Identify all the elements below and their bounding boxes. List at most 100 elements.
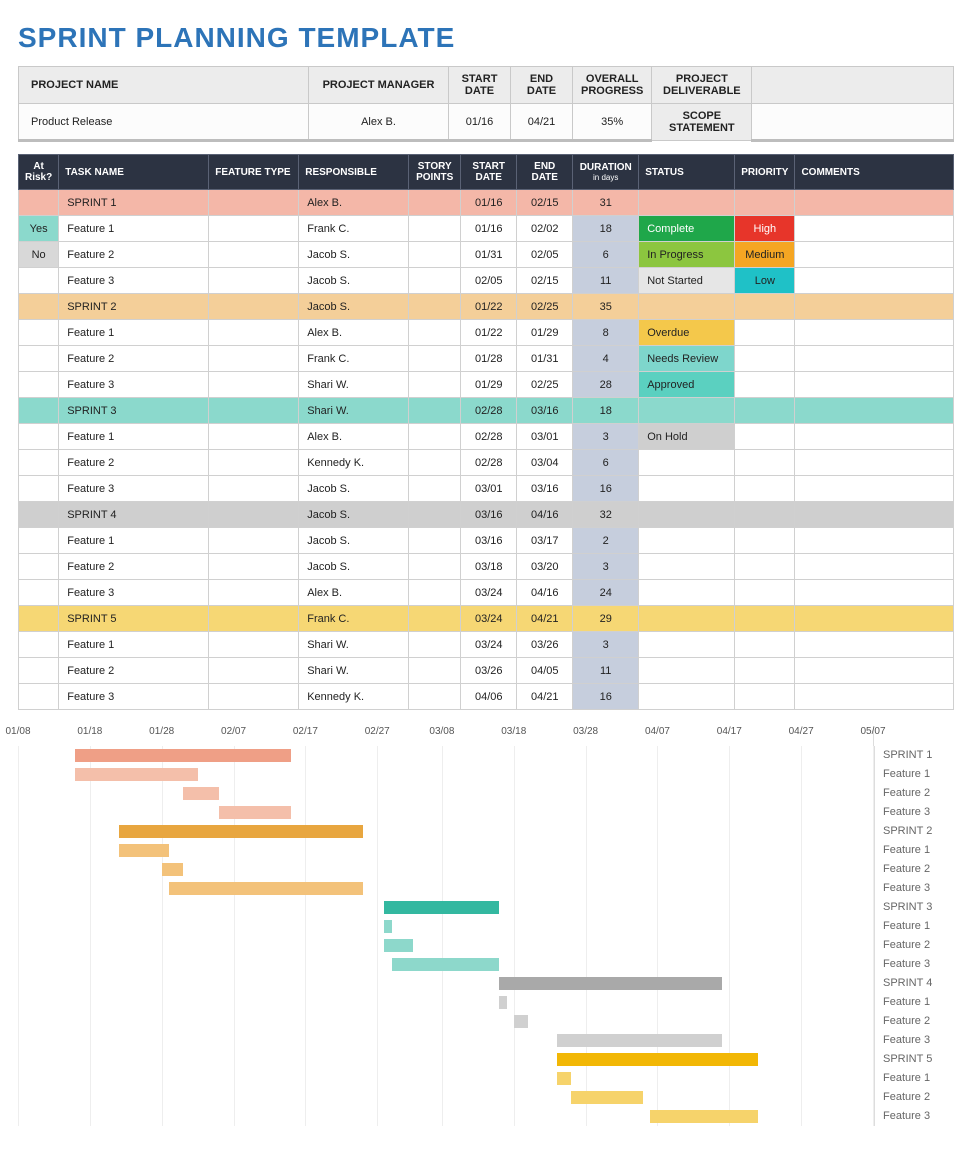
- cell-priority[interactable]: [735, 658, 795, 684]
- cell-feature-type[interactable]: [209, 554, 299, 580]
- cell-end-date[interactable]: 02/25: [517, 294, 573, 320]
- gantt-bar[interactable]: [392, 958, 500, 971]
- cell-priority[interactable]: [735, 320, 795, 346]
- cell-responsible[interactable]: Jacob S.: [299, 502, 409, 528]
- cell-priority[interactable]: [735, 372, 795, 398]
- value-scope-statement[interactable]: [752, 104, 954, 141]
- cell-status[interactable]: Needs Review: [639, 346, 735, 372]
- cell-end-date[interactable]: 04/21: [517, 606, 573, 632]
- cell-at-risk[interactable]: Yes: [19, 216, 59, 242]
- gantt-bar[interactable]: [557, 1053, 758, 1066]
- cell-comments[interactable]: [795, 320, 954, 346]
- cell-comments[interactable]: [795, 658, 954, 684]
- cell-feature-type[interactable]: [209, 580, 299, 606]
- cell-priority[interactable]: [735, 346, 795, 372]
- cell-priority[interactable]: [735, 424, 795, 450]
- cell-story-points[interactable]: [409, 242, 461, 268]
- cell-end-date[interactable]: 03/16: [517, 398, 573, 424]
- cell-task-name[interactable]: Feature 1: [59, 216, 209, 242]
- cell-comments[interactable]: [795, 606, 954, 632]
- cell-at-risk[interactable]: [19, 606, 59, 632]
- cell-story-points[interactable]: [409, 606, 461, 632]
- gantt-bar[interactable]: [75, 749, 291, 762]
- cell-status[interactable]: Overdue: [639, 320, 735, 346]
- cell-priority[interactable]: [735, 502, 795, 528]
- cell-priority[interactable]: [735, 528, 795, 554]
- cell-at-risk[interactable]: [19, 450, 59, 476]
- cell-start-date[interactable]: 03/26: [461, 658, 517, 684]
- cell-feature-type[interactable]: [209, 190, 299, 216]
- cell-start-date[interactable]: 01/29: [461, 372, 517, 398]
- cell-start-date[interactable]: 03/18: [461, 554, 517, 580]
- cell-at-risk[interactable]: [19, 320, 59, 346]
- gantt-bar[interactable]: [119, 825, 363, 838]
- cell-task-name[interactable]: Feature 2: [59, 658, 209, 684]
- cell-at-risk[interactable]: [19, 658, 59, 684]
- cell-responsible[interactable]: Alex B.: [299, 190, 409, 216]
- cell-status[interactable]: [639, 632, 735, 658]
- cell-end-date[interactable]: 04/05: [517, 658, 573, 684]
- cell-story-points[interactable]: [409, 424, 461, 450]
- cell-comments[interactable]: [795, 346, 954, 372]
- cell-start-date[interactable]: 01/28: [461, 346, 517, 372]
- cell-status[interactable]: [639, 450, 735, 476]
- cell-feature-type[interactable]: [209, 294, 299, 320]
- cell-status[interactable]: Complete: [639, 216, 735, 242]
- cell-story-points[interactable]: [409, 658, 461, 684]
- cell-priority[interactable]: [735, 632, 795, 658]
- cell-status[interactable]: On Hold: [639, 424, 735, 450]
- cell-responsible[interactable]: Shari W.: [299, 372, 409, 398]
- cell-start-date[interactable]: 03/24: [461, 580, 517, 606]
- cell-task-name[interactable]: Feature 3: [59, 476, 209, 502]
- cell-task-name[interactable]: Feature 3: [59, 268, 209, 294]
- cell-task-name[interactable]: Feature 1: [59, 632, 209, 658]
- cell-start-date[interactable]: 02/28: [461, 424, 517, 450]
- value-start-date[interactable]: 01/16: [449, 104, 511, 141]
- cell-task-name[interactable]: Feature 2: [59, 242, 209, 268]
- cell-task-name[interactable]: Feature 3: [59, 684, 209, 710]
- cell-priority[interactable]: [735, 476, 795, 502]
- cell-at-risk[interactable]: [19, 294, 59, 320]
- cell-feature-type[interactable]: [209, 502, 299, 528]
- cell-at-risk[interactable]: [19, 632, 59, 658]
- cell-at-risk[interactable]: [19, 372, 59, 398]
- cell-task-name[interactable]: Feature 3: [59, 580, 209, 606]
- cell-comments[interactable]: [795, 580, 954, 606]
- cell-end-date[interactable]: 02/15: [517, 190, 573, 216]
- cell-story-points[interactable]: [409, 580, 461, 606]
- cell-at-risk[interactable]: [19, 554, 59, 580]
- cell-feature-type[interactable]: [209, 320, 299, 346]
- cell-feature-type[interactable]: [209, 632, 299, 658]
- cell-responsible[interactable]: Frank C.: [299, 606, 409, 632]
- cell-end-date[interactable]: 03/26: [517, 632, 573, 658]
- gantt-bar[interactable]: [514, 1015, 528, 1028]
- gantt-bar[interactable]: [557, 1072, 571, 1085]
- cell-story-points[interactable]: [409, 294, 461, 320]
- cell-responsible[interactable]: Frank C.: [299, 346, 409, 372]
- cell-comments[interactable]: [795, 476, 954, 502]
- cell-story-points[interactable]: [409, 320, 461, 346]
- cell-status[interactable]: [639, 580, 735, 606]
- cell-priority[interactable]: [735, 450, 795, 476]
- cell-end-date[interactable]: 03/17: [517, 528, 573, 554]
- cell-story-points[interactable]: [409, 450, 461, 476]
- cell-status[interactable]: [639, 528, 735, 554]
- cell-at-risk[interactable]: [19, 424, 59, 450]
- cell-end-date[interactable]: 02/25: [517, 372, 573, 398]
- cell-responsible[interactable]: Jacob S.: [299, 528, 409, 554]
- cell-task-name[interactable]: SPRINT 2: [59, 294, 209, 320]
- cell-start-date[interactable]: 03/01: [461, 476, 517, 502]
- cell-task-name[interactable]: Feature 2: [59, 450, 209, 476]
- cell-feature-type[interactable]: [209, 398, 299, 424]
- gantt-bar[interactable]: [571, 1091, 643, 1104]
- cell-start-date[interactable]: 02/05: [461, 268, 517, 294]
- cell-end-date[interactable]: 02/05: [517, 242, 573, 268]
- cell-end-date[interactable]: 01/31: [517, 346, 573, 372]
- cell-status[interactable]: [639, 502, 735, 528]
- cell-responsible[interactable]: Jacob S.: [299, 242, 409, 268]
- cell-start-date[interactable]: 04/06: [461, 684, 517, 710]
- cell-start-date[interactable]: 01/16: [461, 216, 517, 242]
- cell-comments[interactable]: [795, 372, 954, 398]
- cell-status[interactable]: [639, 398, 735, 424]
- cell-end-date[interactable]: 04/16: [517, 502, 573, 528]
